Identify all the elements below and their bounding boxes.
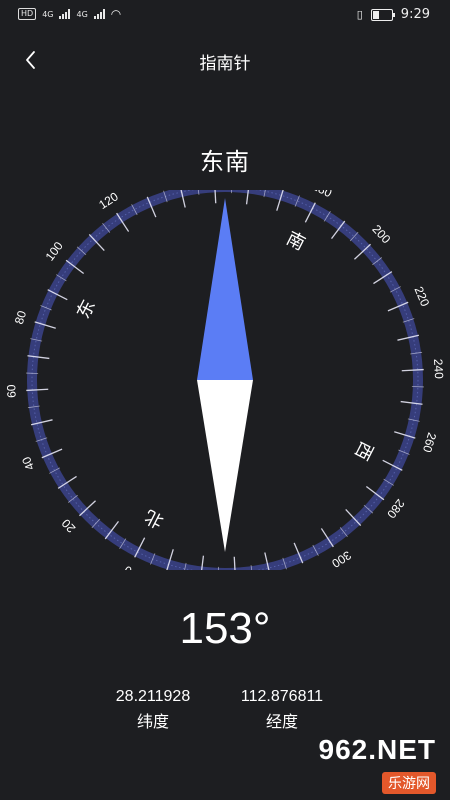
- dial-tick: [233, 556, 236, 570]
- status-right: ▯ 9:29: [357, 7, 430, 22]
- dial-number: 20: [59, 516, 79, 536]
- dial-number: 40: [19, 454, 37, 472]
- dial-number: 240: [431, 358, 446, 379]
- status-bar: HD 4G 4G ◠ ▯ 9:29: [0, 0, 450, 32]
- longitude-value: 112.876811: [240, 688, 324, 705]
- dial-number: 0: [121, 563, 134, 570]
- clock: 9:29: [400, 7, 430, 22]
- vibrate-icon: ▯: [356, 8, 363, 21]
- latitude-block: 28.211928 纬度: [78, 688, 228, 732]
- cardinal-north: 北: [142, 505, 168, 532]
- dial-number: 220: [411, 284, 432, 308]
- dial-number: 100: [43, 239, 66, 264]
- coordinates: 28.211928 纬度 112.876811 经度: [0, 688, 450, 738]
- direction-label: 东南: [200, 148, 250, 176]
- network-type-1: 4G: [42, 9, 54, 19]
- cardinal-west: 西: [350, 438, 377, 464]
- watermark-sub: 乐游网: [382, 772, 436, 794]
- signal-icon-2: [93, 9, 105, 19]
- app-header: 指南针: [0, 38, 450, 82]
- page-title: 指南针: [199, 54, 251, 74]
- dial-number: 60: [4, 384, 19, 398]
- battery-icon: [370, 8, 395, 21]
- network-type-2: 4G: [76, 9, 88, 19]
- latitude-label: 纬度: [136, 712, 169, 731]
- needle-north: [197, 198, 253, 380]
- dial-number: 120: [96, 190, 121, 212]
- cardinal-south: 南: [283, 228, 309, 255]
- needle-south: [197, 380, 253, 552]
- cardinal-east: 东: [73, 297, 100, 323]
- hd-badge: HD: [18, 8, 37, 20]
- heading-degree: 153°: [179, 604, 271, 653]
- dial-number: 80: [12, 309, 29, 326]
- dial-tick: [214, 190, 217, 204]
- longitude-label: 经度: [265, 712, 298, 731]
- dial-number: 180: [310, 190, 334, 200]
- latitude-value: 28.211928: [115, 688, 191, 705]
- compass-dial: 0204060801001201401601802002202402602803…: [4, 190, 446, 570]
- watermark-logo: 962.NET 乐游网: [304, 734, 444, 794]
- dial-number: 260: [420, 431, 439, 455]
- status-left: HD 4G 4G ◠: [18, 7, 121, 21]
- longitude-block: 112.876811 经度: [207, 688, 357, 732]
- signal-icon: [59, 9, 71, 19]
- dial-number: 300: [329, 548, 354, 570]
- watermark-brand: 962.NET: [318, 734, 436, 765]
- wifi-icon: ◠: [110, 7, 122, 21]
- dial-number: 200: [369, 222, 393, 246]
- dial-number: 280: [384, 496, 407, 521]
